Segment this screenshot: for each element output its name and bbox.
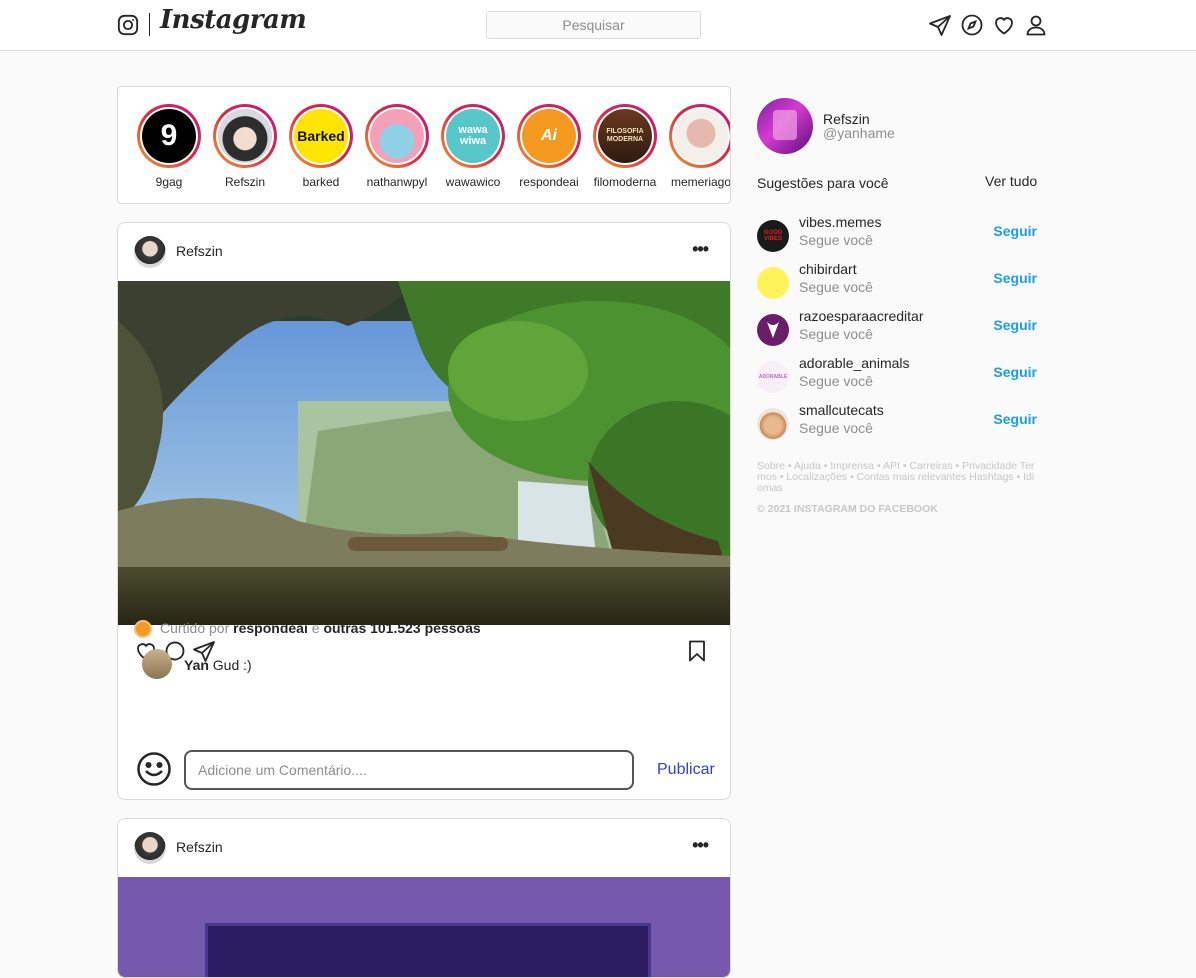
story-nathanwpyl[interactable]: nathanwpyl — [359, 104, 435, 189]
suggestion-avatar[interactable] — [757, 408, 789, 440]
liked-by-prefix: Curtido por — [160, 620, 230, 636]
suggestion-avatar[interactable] — [757, 267, 789, 299]
liked-by-joiner: e — [311, 620, 320, 636]
story-label: memeriago — [670, 175, 731, 189]
story-label: Refszin — [224, 175, 265, 189]
bookmark-icon[interactable] — [685, 639, 709, 663]
suggestion-name[interactable]: chibirdart — [799, 261, 857, 277]
post-author-avatar[interactable] — [134, 236, 166, 268]
suggestion-name[interactable]: vibes.memes — [799, 214, 881, 230]
heart-icon[interactable] — [992, 13, 1016, 37]
publish-button[interactable]: Publicar — [657, 761, 715, 779]
top-navigation-bar: Instagram Pesquisar — [0, 0, 1196, 51]
story-label: barked — [302, 175, 340, 189]
follow-button[interactable]: Seguir — [993, 411, 1037, 427]
follow-button[interactable]: Seguir — [993, 364, 1037, 380]
story-label: filomoderna — [593, 175, 657, 189]
stories-tray: 9 9gag Refszin Barked barked nathanwpyl … — [117, 86, 731, 204]
story-label: nathanwpyl — [366, 175, 428, 189]
story-memeriago[interactable]: memeriago — [663, 104, 731, 189]
story-respondeai[interactable]: Ai respondeai — [511, 104, 587, 189]
story-filomoderna[interactable]: FILOSOFIA MODERNA filomoderna — [587, 104, 663, 189]
likes-summary: Curtido por respondeai e outras 101.523 … — [134, 620, 481, 639]
more-options-icon[interactable]: ••• — [692, 835, 709, 856]
suggestion-avatar[interactable] — [757, 314, 789, 346]
story-avatar: FILOSOFIA MODERNA — [598, 109, 652, 163]
suggestion-name[interactable]: adorable_animals — [799, 355, 910, 371]
instagram-glyph-icon[interactable] — [117, 14, 139, 36]
post-author-name[interactable]: Refszin — [176, 839, 223, 855]
feed-post: Refszin ••• — [117, 818, 731, 978]
story-avatar: Ai — [522, 109, 576, 163]
comment-input[interactable] — [184, 750, 634, 790]
suggestion-item: smallcutecats Segue você Seguir — [757, 402, 1037, 442]
instagram-logo-text[interactable]: Instagram — [160, 5, 307, 35]
story-refszin[interactable]: Refszin — [207, 104, 283, 189]
post-header: Refszin ••• — [118, 819, 730, 877]
suggestion-subtitle: Segue você — [799, 326, 873, 342]
follow-button[interactable]: Seguir — [993, 223, 1037, 239]
story-avatar: wawa wiwa — [446, 109, 500, 163]
story-avatar — [370, 109, 424, 163]
suggestions-title: Sugestões para você — [757, 175, 889, 191]
comment-text: Gud :) — [212, 657, 252, 673]
story-avatar — [674, 109, 728, 163]
profile-handle: @yanhame — [823, 125, 895, 141]
suggestion-item: razoesparaacreditar Segue você Seguir — [757, 308, 1037, 348]
user-icon[interactable] — [1024, 13, 1048, 37]
story-label: 9gag — [155, 175, 183, 189]
suggestion-subtitle: Segue você — [799, 420, 873, 436]
story-wawawico[interactable]: wawa wiwa wawawico — [435, 104, 511, 189]
copyright-text: © 2021 INSTAGRAM DO FACEBOOK — [757, 503, 938, 515]
liked-by-user[interactable]: respondeai — [233, 620, 308, 636]
story-9gag[interactable]: 9 9gag — [131, 104, 207, 189]
compass-icon[interactable] — [960, 13, 984, 37]
suggestion-name[interactable]: smallcutecats — [799, 402, 884, 418]
suggestion-avatar[interactable]: GOOD VIBES — [757, 220, 789, 252]
suggestion-item: GOOD VIBES vibes.memes Segue você Seguir — [757, 214, 1037, 254]
suggestion-avatar[interactable]: ADORABLE — [757, 361, 789, 393]
story-label: respondeai — [519, 175, 579, 189]
suggestion-name[interactable]: razoesparaacreditar — [799, 308, 924, 324]
follow-button[interactable]: Seguir — [993, 270, 1037, 286]
post-image[interactable] — [118, 877, 730, 977]
suggestion-item: chibirdart Segue você Seguir — [757, 261, 1037, 301]
footer-links[interactable]: Sobre • Ajuda • Imprensa • API • Carreir… — [757, 461, 1037, 494]
more-options-icon[interactable]: ••• — [692, 239, 709, 260]
post-image-inner-frame — [205, 923, 651, 977]
emoji-smiley-icon[interactable] — [136, 751, 172, 787]
suggestion-subtitle: Segue você — [799, 232, 873, 248]
liked-by-others[interactable]: outras 101.523 pessoas — [323, 620, 480, 636]
post-author-name[interactable]: Refszin — [176, 243, 223, 259]
commenter-avatar[interactable] — [142, 649, 172, 679]
suggestion-subtitle: Segue você — [799, 373, 873, 389]
suggestion-subtitle: Segue você — [799, 279, 873, 295]
suggestion-item: ADORABLE adorable_animals Segue você Seg… — [757, 355, 1037, 395]
send-icon[interactable] — [928, 13, 952, 37]
search-input[interactable]: Pesquisar — [486, 11, 701, 39]
see-all-link[interactable]: Ver tudo — [985, 173, 1037, 189]
post-author-avatar[interactable] — [134, 832, 166, 864]
follow-button[interactable]: Seguir — [993, 317, 1037, 333]
feed-post: Refszin ••• — [117, 222, 731, 800]
logo-divider — [149, 13, 150, 36]
comment-author[interactable]: Yan — [184, 657, 209, 673]
liked-by-avatar-icon — [134, 620, 152, 639]
story-barked[interactable]: Barked barked — [283, 104, 359, 189]
story-avatar: Barked — [294, 109, 348, 163]
post-header: Refszin ••• — [118, 223, 730, 281]
story-avatar — [218, 109, 272, 163]
story-avatar: 9 — [142, 109, 196, 163]
profile-avatar[interactable] — [757, 98, 813, 154]
post-image[interactable] — [118, 281, 730, 625]
story-label: wawawico — [445, 175, 501, 189]
